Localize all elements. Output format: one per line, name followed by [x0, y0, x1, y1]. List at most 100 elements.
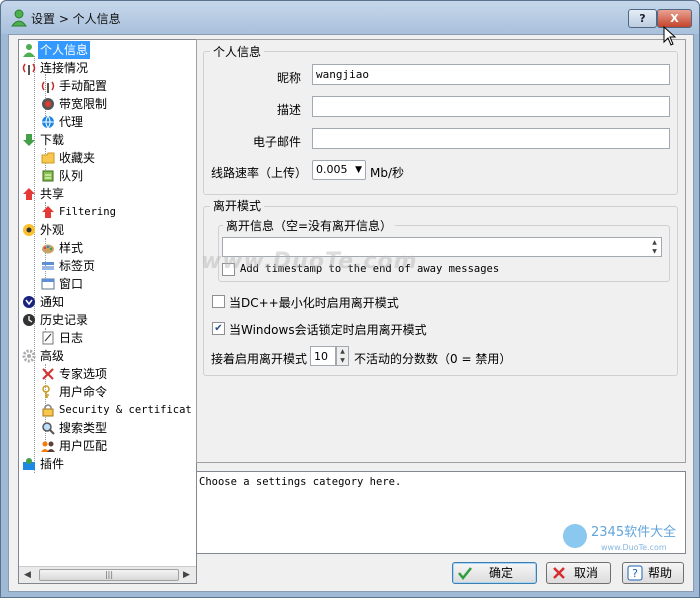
scrollbar-thumb[interactable]: ||| [39, 569, 179, 581]
globe-icon [42, 115, 54, 129]
corner-logo-text: 2345软件大全 [591, 524, 676, 540]
away-mode-group-title: 离开模式 [210, 197, 265, 214]
upload-speed-label: 线路速率（上传） [211, 166, 308, 180]
key-icon [42, 385, 50, 398]
tree-line [34, 56, 35, 473]
lock-away-label: 当Windows会话锁定时启用离开模式 [229, 323, 427, 337]
tree-item-label: 收藏夹 [59, 151, 96, 165]
antenna-icon [41, 81, 55, 93]
idle-minutes-stepper[interactable]: ▲ ▼ [336, 346, 349, 366]
tree-item-label: 标签页 [59, 259, 96, 273]
tree-item-label: 代理 [59, 115, 84, 129]
help-button[interactable]: ? 帮助 [622, 562, 684, 584]
plugin-icon [23, 458, 35, 470]
minimize-away-label: 当DC++最小化时启用离开模式 [229, 296, 399, 310]
folder-icon [41, 152, 55, 164]
personal-info-group-title: 个人信息 [210, 43, 265, 60]
arrow-up-icon [42, 206, 54, 218]
checkmark-icon [458, 567, 472, 581]
tree-item-label: 用户匹配 [59, 439, 108, 453]
tree-item-label: 插件 [40, 457, 65, 471]
tree-item-label: 连接情况 [40, 61, 89, 75]
user-icon [23, 44, 35, 57]
idle-away-suffix: 不活动的分数数（0 = 禁用） [354, 352, 512, 366]
scroll-up-icon[interactable]: ▲ [648, 238, 661, 247]
ok-button[interactable]: 确定 [452, 562, 537, 584]
mouse-cursor-icon [663, 26, 677, 46]
svg-text:?: ? [632, 567, 638, 580]
tree-item-label: 样式 [59, 241, 84, 255]
chevron-down-icon: ▼ [355, 165, 362, 175]
eye-icon [23, 224, 35, 236]
tree-item-label: 外观 [40, 223, 65, 237]
scroll-right-icon[interactable]: ▶ [183, 570, 191, 580]
idle-minutes-input[interactable]: 10 [310, 346, 336, 366]
tree-horizontal-scrollbar[interactable]: ◀ ||| ▶ [19, 566, 196, 583]
minimize-away-checkbox[interactable] [212, 295, 225, 308]
tree-item-label: Filtering [59, 206, 116, 218]
ok-button-label: 确定 [489, 566, 514, 580]
window-title: 设置 > 个人信息 [31, 12, 121, 26]
client-area: 个人信息 连接情况 手动配置 带宽限制 代理 下载 收藏夹 队列 共享 Filt… [8, 34, 694, 592]
queue-icon [42, 170, 54, 182]
upload-speed-unit: Mb/秒 [370, 166, 405, 180]
settings-window: 设置 > 个人信息 ? X 个人信息 连接情况 手动配置 带宽限制 代理 下载 … [0, 0, 700, 598]
search-icon [42, 422, 55, 435]
notification-icon [23, 296, 35, 308]
away-message-group-title: 离开信息（空=没有离开信息） [223, 217, 396, 234]
cancel-button-label: 取消 [574, 566, 599, 580]
upload-speed-value: 0.005 [316, 163, 348, 176]
help-title-button[interactable]: ? [628, 9, 657, 28]
lock-icon [42, 404, 54, 417]
cancel-button[interactable]: 取消 [546, 562, 611, 584]
email-input[interactable] [312, 128, 670, 149]
settings-tree[interactable]: 个人信息 连接情况 手动配置 带宽限制 代理 下载 收藏夹 队列 共享 Filt… [18, 39, 197, 584]
help-button-label: 帮助 [648, 566, 673, 580]
palette-icon [42, 244, 54, 254]
cross-icon [553, 567, 565, 579]
tree-item-label: 用户命令 [59, 385, 108, 399]
tree-item-label: 队列 [59, 169, 84, 183]
nick-input[interactable]: wangjiao [312, 64, 670, 85]
log-icon [42, 331, 54, 345]
tools-icon [42, 368, 54, 380]
arrow-down-icon [23, 134, 35, 146]
tree-item-label: 下载 [40, 133, 65, 147]
tree-item-label: 带宽限制 [59, 97, 108, 111]
gauge-icon [42, 98, 54, 110]
tree-item-label: 窗口 [59, 277, 84, 291]
stepper-down-icon[interactable]: ▼ [337, 356, 348, 365]
corner-logo-url: www.DuoTe.com [601, 543, 667, 552]
title-bar[interactable]: 设置 > 个人信息 ? X [1, 1, 699, 34]
nick-label: 昵称 [277, 71, 302, 85]
upload-speed-select[interactable]: 0.005 ▼ [312, 160, 366, 180]
window-icon [41, 278, 55, 290]
away-message-scroll[interactable]: ▲ ▼ [648, 238, 661, 256]
users-icon [41, 441, 55, 452]
tree-item-label: 历史记录 [40, 313, 89, 327]
description-label: 描述 [277, 103, 302, 117]
stepper-up-icon[interactable]: ▲ [337, 347, 348, 356]
tree-item-label: 高级 [40, 349, 65, 363]
lock-away-checkbox[interactable]: ✔ [212, 322, 225, 335]
scroll-left-icon[interactable]: ◀ [24, 570, 32, 580]
tree-item-label: 手动配置 [59, 79, 108, 93]
scroll-down-icon[interactable]: ▼ [648, 247, 661, 256]
site-logo-icon: 2345软件大全 www.DuoTe.com [563, 524, 676, 552]
email-label: 电子邮件 [253, 135, 302, 149]
tree-item-label: 日志 [59, 331, 84, 345]
tree-item-label: 通知 [40, 295, 65, 309]
watermark: www.DuoTe.com [201, 249, 418, 274]
tree-item-label: 共享 [40, 187, 65, 201]
tree-item-label: 个人信息 [38, 41, 91, 59]
idle-away-prefix: 接着启用离开模式 [211, 352, 308, 366]
clock-icon [23, 314, 35, 326]
description-input[interactable] [312, 96, 670, 117]
help-icon: ? [627, 565, 643, 581]
arrow-up-icon [23, 188, 35, 200]
tree-item-label: 专家选项 [59, 367, 108, 381]
tabs-icon [42, 262, 54, 270]
antenna-icon [22, 63, 36, 75]
tree-item-label: 搜索类型 [59, 421, 108, 435]
gear-icon [22, 349, 36, 363]
